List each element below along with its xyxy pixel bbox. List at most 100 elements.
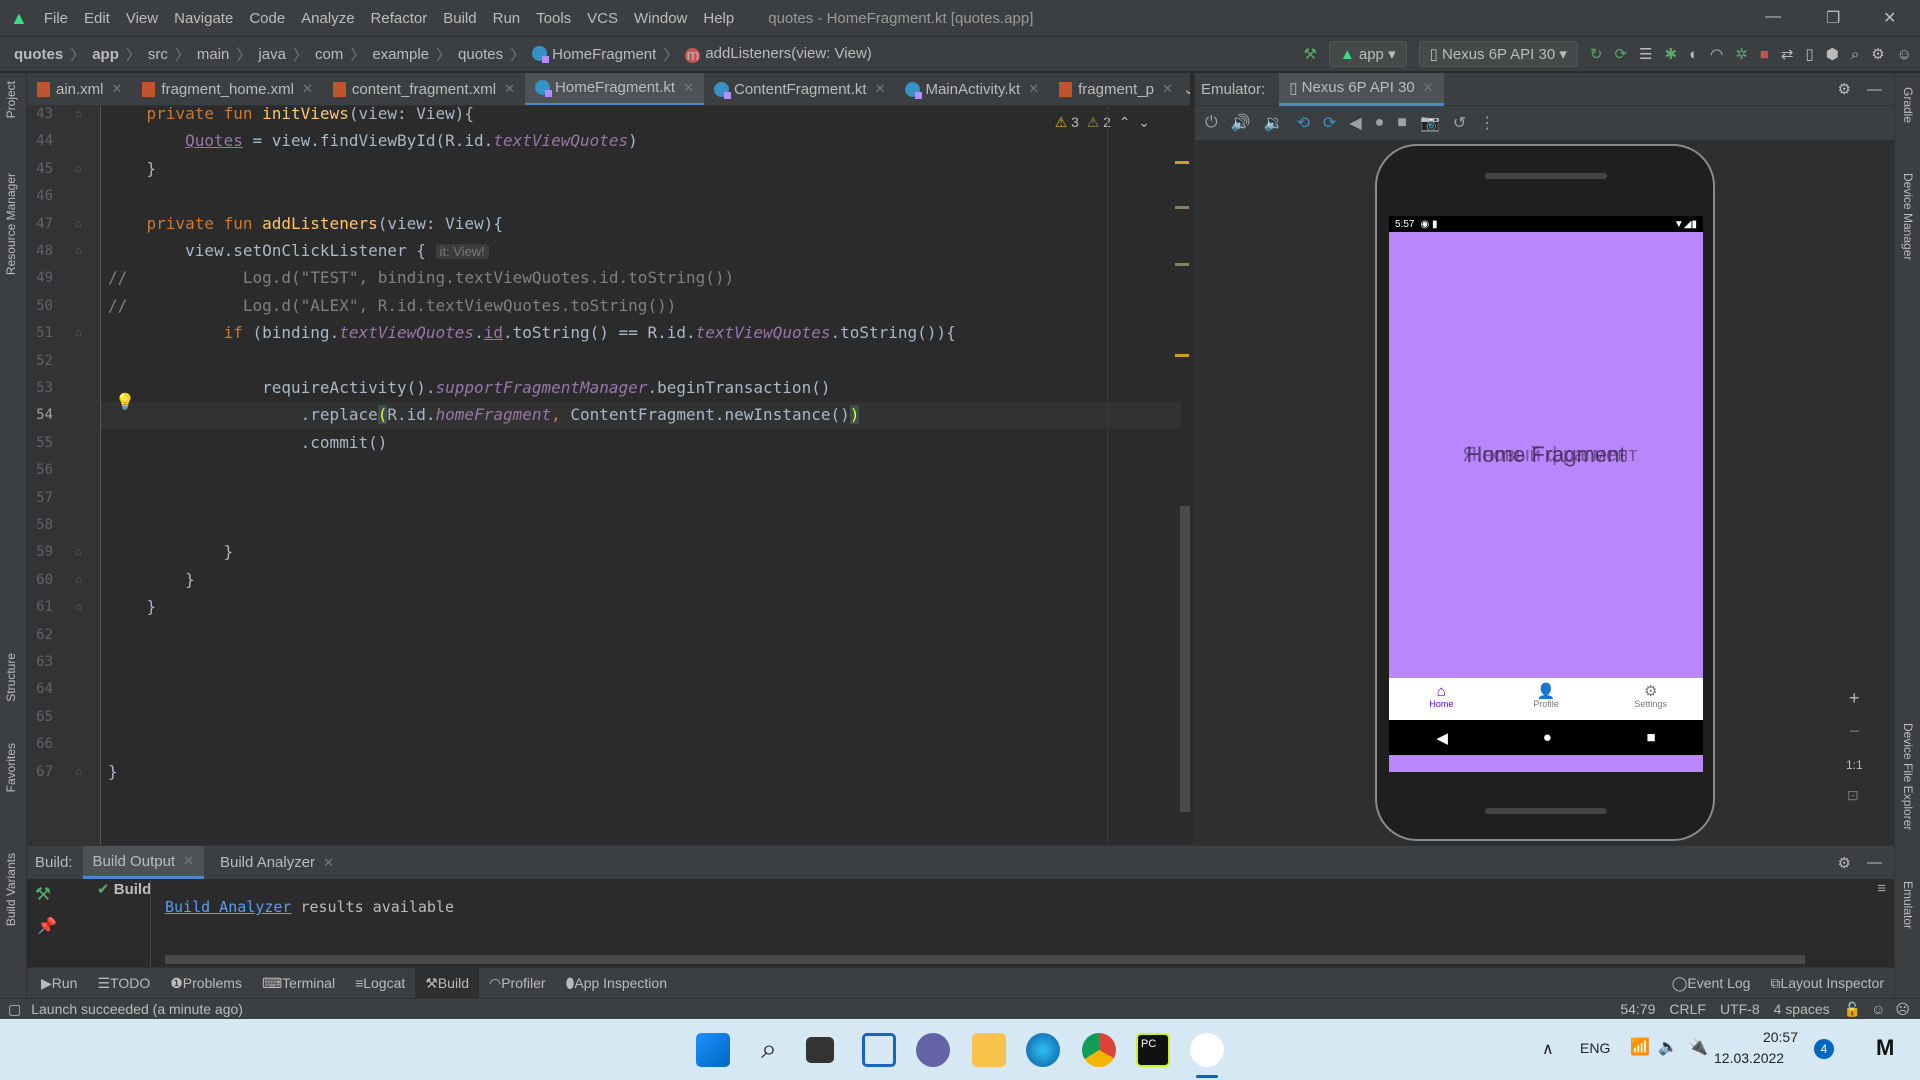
tool-device-manager[interactable]: Device Manager <box>1901 173 1915 260</box>
tab-fragment-p[interactable]: fragment_p ✕ <box>1049 73 1183 105</box>
indent[interactable]: 4 spaces <box>1774 1001 1830 1017</box>
bottom-nav-settings[interactable]: ⚙ Settings <box>1598 678 1703 720</box>
tool-tab-todo[interactable]: ☰ TODO <box>87 968 160 999</box>
fold-marker-icon[interactable]: ⌂ <box>75 218 82 230</box>
search-icon[interactable]: ⌕ <box>1851 46 1859 63</box>
chrome-icon[interactable] <box>1082 1033 1116 1067</box>
warning-marker[interactable] <box>1175 263 1189 266</box>
pycharm-icon[interactable]: PC <box>1136 1033 1170 1067</box>
code-line[interactable]: Quotes = view.findViewById(R.id.textView… <box>108 131 638 150</box>
caret-position[interactable]: 54:79 <box>1620 1001 1655 1017</box>
tab-build-analyzer[interactable]: Build Analyzer ✕ <box>210 846 344 879</box>
notification-badge[interactable]: 4 <box>1814 1039 1834 1059</box>
run-config-select[interactable]: ▲ app ▾ <box>1328 41 1407 67</box>
menu-vcs[interactable]: VCS <box>587 10 618 27</box>
menu-file[interactable]: File <box>44 10 68 27</box>
breadcrumb-item[interactable]: com <box>315 46 343 63</box>
volume-icon[interactable]: 🔈 <box>1658 1037 1678 1057</box>
device-select[interactable]: ▯ Nexus 6P API 30 ▾ <box>1418 41 1578 67</box>
fold-marker-icon[interactable]: ⌂ <box>75 163 82 175</box>
clock-date[interactable]: 12.03.2022 <box>1714 1050 1784 1066</box>
warning-marker[interactable] <box>1175 354 1189 357</box>
breadcrumb-item[interactable]: main <box>197 46 230 63</box>
hammer-icon[interactable]: ⚒ <box>35 884 51 905</box>
fold-marker-icon[interactable]: ⌂ <box>75 108 82 120</box>
warning-marker[interactable] <box>1175 206 1189 209</box>
gear-icon[interactable]: ⚙ <box>1838 80 1851 98</box>
tab-ain-xml[interactable]: ain.xml ✕ <box>27 73 132 105</box>
code-line[interactable]: .commit() <box>108 433 388 452</box>
attach-debugger-icon[interactable]: ✲ <box>1735 45 1748 63</box>
smile-icon[interactable]: ☺ <box>1871 1001 1885 1017</box>
code-line[interactable]: requireActivity().supportFragmentManager… <box>108 378 830 397</box>
breadcrumb-item[interactable]: src <box>148 46 168 63</box>
zoom-in-button[interactable]: + <box>1849 688 1860 709</box>
sync-icon[interactable]: ⇄ <box>1781 45 1794 63</box>
build-analyzer-link[interactable]: Build Analyzer <box>165 898 291 916</box>
widgets-icon[interactable] <box>862 1033 896 1067</box>
code-line[interactable]: } <box>108 762 118 781</box>
edge-icon[interactable] <box>1026 1033 1060 1067</box>
tab-fragment-home-xml[interactable]: fragment_home.xml ✕ <box>132 73 322 105</box>
minimize-panel-icon[interactable]: — <box>1867 854 1882 871</box>
code-line[interactable]: .replace(R.id.homeFragment, ContentFragm… <box>108 405 860 425</box>
bottom-nav-profile[interactable]: 👤 Profile <box>1494 678 1599 720</box>
profiler-icon[interactable]: ◠ <box>1710 45 1723 63</box>
code-line[interactable]: if (binding.textViewQuotes.id.toString()… <box>108 323 956 342</box>
fold-marker-icon[interactable]: ⌂ <box>75 546 82 558</box>
menu-build[interactable]: Build <box>443 10 476 27</box>
code-line[interactable]: } <box>108 570 195 589</box>
editor-scrollbar[interactable] <box>1180 506 1190 812</box>
menu-run[interactable]: Run <box>493 10 521 27</box>
tool-device-file-explorer[interactable]: Device File Explorer <box>1901 723 1915 830</box>
wifi-icon[interactable]: 📶 <box>1630 1037 1650 1057</box>
tool-tab-logcat[interactable]: ≡ Logcat <box>345 968 415 999</box>
close-tab-icon[interactable]: ✕ <box>875 81 886 97</box>
warning-marker[interactable] <box>1175 161 1189 164</box>
gear-icon[interactable]: ⚙ <box>1838 854 1851 872</box>
overview-icon[interactable]: ■ <box>1397 114 1407 132</box>
inspection-widget[interactable]: ⚠ 3 ⚠ 2 ⌃ ⌄ <box>1055 114 1150 131</box>
tool-tab-profiler[interactable]: ◠ Profiler <box>479 968 556 999</box>
tool-tab-layout-inspector[interactable]: ⧉ Layout Inspector <box>1760 968 1894 999</box>
debug-icon[interactable]: ✱ <box>1664 45 1677 63</box>
restore-button[interactable]: ❐ <box>1826 8 1840 28</box>
camera-icon[interactable]: 📷 <box>1420 113 1440 133</box>
tab-contentfragment-kt[interactable]: ContentFragment.kt ✕ <box>704 73 895 105</box>
tray-chevron-icon[interactable]: ∧ <box>1542 1039 1554 1059</box>
snapshot-icon[interactable]: ↺ <box>1453 113 1466 133</box>
home-icon[interactable]: ● <box>1375 114 1385 132</box>
menu-view[interactable]: View <box>126 10 158 27</box>
clock-time[interactable]: 20:57 <box>1738 1029 1798 1045</box>
task-view-icon[interactable] <box>806 1037 834 1063</box>
rerun-icon[interactable]: ↻ <box>1590 45 1603 63</box>
coverage-icon[interactable]: ◐ <box>1689 46 1698 63</box>
fold-marker-icon[interactable]: ⌂ <box>75 601 82 613</box>
menu-code[interactable]: Code <box>249 10 285 27</box>
breadcrumb-item[interactable]: HomeFragment <box>532 45 656 63</box>
code-line[interactable]: private fun addListeners(view: View){ <box>108 214 503 233</box>
tab-mainactivity-kt[interactable]: MainActivity.kt ✕ <box>895 73 1049 105</box>
close-tab-icon[interactable]: ✕ <box>1162 81 1173 97</box>
menu-edit[interactable]: Edit <box>84 10 110 27</box>
close-tab-icon[interactable]: ✕ <box>1028 81 1039 97</box>
menu-tools[interactable]: Tools <box>536 10 571 27</box>
code-line[interactable]: view.setOnClickListener { it: View! <box>108 241 489 260</box>
volume-up-icon[interactable]: 🔊 <box>1231 113 1251 133</box>
tab-homefragment-kt[interactable]: HomeFragment.kt ✕ <box>525 73 704 105</box>
phone-screen[interactable]: 5:57 ◉ ▮ ▼◢▮ Home Fragment Я новый фрагм… <box>1389 216 1703 772</box>
tool-gradle[interactable]: Gradle <box>1901 87 1915 123</box>
menu-refactor[interactable]: Refactor <box>371 10 428 27</box>
sdk-manager-icon[interactable]: ⬢ <box>1826 45 1839 63</box>
breadcrumb-item[interactable]: quotes <box>14 46 63 63</box>
list-icon[interactable]: ☰ <box>1639 45 1652 63</box>
tool-tab-run[interactable]: ▶ Run <box>31 968 87 999</box>
more-icon[interactable]: ⋮ <box>1479 113 1495 133</box>
emulator-tab[interactable]: ▯ Nexus 6P API 30 ✕ <box>1279 72 1444 106</box>
tool-tab-terminal[interactable]: ⌨ Terminal <box>252 968 345 999</box>
back-icon[interactable]: ◀ <box>1436 729 1448 747</box>
soft-wrap-icon[interactable]: ≡ <box>1877 880 1886 897</box>
code-line[interactable]: } <box>108 542 234 561</box>
chat-icon[interactable] <box>916 1033 950 1067</box>
breadcrumb-item[interactable]: quotes <box>458 46 503 63</box>
